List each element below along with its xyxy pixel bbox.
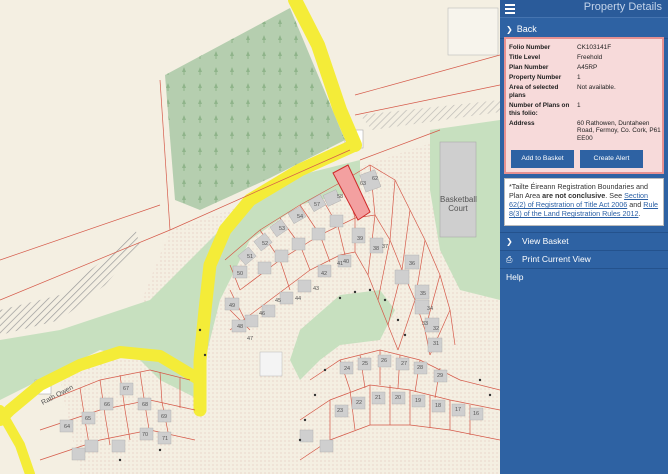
basketball-court-label: Basketball Court — [440, 195, 477, 213]
printer-icon: ⎙ — [506, 255, 513, 264]
detail-value: Not available. — [577, 84, 616, 92]
plot-number: 58 — [337, 194, 343, 200]
detail-row: Address 60 Rathowen, Duntaheen Road, Ferm… — [509, 119, 665, 144]
detail-value: 60 Rathowen, Duntaheen Road, Fermoy, Co.… — [577, 119, 661, 142]
plot-number: 33 — [422, 321, 428, 327]
plot-number: 35 — [420, 291, 426, 297]
plot-number: 19 — [415, 398, 421, 404]
plot-number: 63 — [360, 181, 366, 187]
plot-number: 57 — [314, 202, 320, 208]
plot-number: 66 — [104, 402, 110, 408]
detail-key: Property Number — [509, 74, 562, 82]
add-to-basket-button[interactable]: Add to Basket — [511, 150, 574, 168]
plot-number: 24 — [344, 366, 350, 372]
plot-number: 18 — [435, 403, 441, 409]
detail-row: Folio Number CK103141F — [509, 43, 665, 53]
menu-item-label: Print Current View — [522, 254, 591, 264]
plot-number: 22 — [356, 400, 362, 406]
plot-number: 47 — [247, 336, 253, 342]
detail-key: Plan Number — [509, 64, 549, 72]
plot-number: 38 — [373, 246, 379, 252]
plot-number: 51 — [247, 254, 253, 260]
print-current-view-menu-item[interactable]: ⎙ Print Current View — [500, 250, 668, 268]
detail-row: Number of Plans on this folio: 1 — [509, 101, 665, 119]
detail-key: Title Level — [509, 54, 541, 62]
plot-number: 45 — [275, 298, 281, 304]
map-canvas[interactable]: 62 63 58 57 54 53 52 51 50 49 48 47 46 4… — [0, 0, 500, 474]
detail-key: Number of Plans on this folio: — [509, 102, 570, 117]
detail-row: Area of selected plans Not available. — [509, 83, 665, 101]
plot-number: 31 — [433, 341, 439, 347]
disclaimer-bold: are not conclusive — [542, 191, 606, 200]
detail-row: Title Level Freehold — [509, 53, 665, 63]
plot-number: 52 — [262, 241, 268, 247]
detail-value: 1 — [577, 74, 581, 82]
plot-number: 40 — [343, 259, 349, 265]
detail-value: A45RP — [577, 64, 598, 72]
plot-number: 68 — [142, 402, 148, 408]
hamburger-icon[interactable] — [505, 2, 515, 14]
plot-number: 36 — [409, 261, 415, 267]
plot-number: 29 — [437, 373, 443, 379]
menu-item-label: View Basket — [522, 236, 569, 246]
help-menu-item[interactable]: Help — [500, 268, 668, 286]
detail-row: Plan Number A45RP — [509, 63, 665, 73]
panel-header: Property Details — [500, 0, 668, 17]
plot-number: 25 — [362, 361, 368, 367]
property-details-card: Folio Number CK103141F Title Level Freehold… — [504, 37, 664, 174]
detail-key: Address — [509, 119, 535, 127]
plot-number: 69 — [161, 414, 167, 420]
detail-value: Freehold — [577, 54, 603, 62]
detail-key: Folio Number — [509, 44, 551, 51]
detail-key: Area of selected plans — [509, 84, 559, 99]
disclaimer-and: and — [627, 200, 644, 209]
map-layer[interactable]: 62 63 58 57 54 53 52 51 50 49 48 47 46 4… — [0, 0, 500, 474]
plot-number: 39 — [357, 236, 363, 242]
plot-number: 50 — [237, 271, 243, 277]
plot-number: 20 — [395, 395, 401, 401]
menu-item-label: Help — [506, 272, 524, 282]
plot-number: 26 — [381, 358, 387, 364]
plot-number: 43 — [313, 286, 319, 292]
plot-number: 54 — [297, 214, 303, 220]
plot-number: 23 — [337, 408, 343, 414]
plot-number: 42 — [321, 271, 327, 277]
view-basket-menu-item[interactable]: ❯ View Basket — [500, 232, 668, 250]
plot-number: 27 — [401, 361, 407, 367]
plot-number: 32 — [433, 326, 439, 332]
plot-number: 17 — [455, 407, 461, 413]
plot-number: 48 — [237, 324, 243, 330]
chevron-right-icon: ❯ — [506, 237, 513, 246]
disclaimer-suffix: . — [638, 209, 641, 218]
plot-number: 65 — [85, 416, 91, 422]
detail-value: 1 — [577, 102, 581, 110]
plot-number: 21 — [375, 395, 381, 401]
disclaimer-note: *Tailte Éireann Registration Boundaries … — [504, 178, 664, 226]
basketball-court — [439, 141, 477, 238]
property-details-table: Folio Number CK103141F Title Level Freehold… — [509, 43, 665, 144]
plot-number: 37 — [382, 244, 388, 250]
plot-number: 28 — [417, 365, 423, 371]
detail-row: Property Number 1 — [509, 73, 665, 83]
plot-number: 34 — [427, 306, 433, 312]
plot-number: 67 — [123, 386, 129, 392]
plot-number: 53 — [279, 226, 285, 232]
detail-value: CK103141F — [577, 44, 612, 51]
plot-number: 64 — [64, 424, 70, 430]
back-label: Back — [516, 24, 537, 34]
plot-number: 46 — [259, 311, 265, 317]
plot-number: 44 — [295, 296, 301, 302]
plot-number: 16 — [473, 411, 479, 417]
plot-number: 70 — [142, 432, 148, 438]
plot-number: 49 — [229, 303, 235, 309]
back-button[interactable]: ❯ Back — [500, 17, 668, 39]
plot-number: 62 — [372, 176, 378, 182]
disclaimer-text-mid: . See — [605, 191, 625, 200]
panel-title: Property Details — [583, 1, 662, 13]
plot-number: 71 — [162, 436, 168, 442]
create-alert-button[interactable]: Create Alert — [580, 150, 643, 168]
